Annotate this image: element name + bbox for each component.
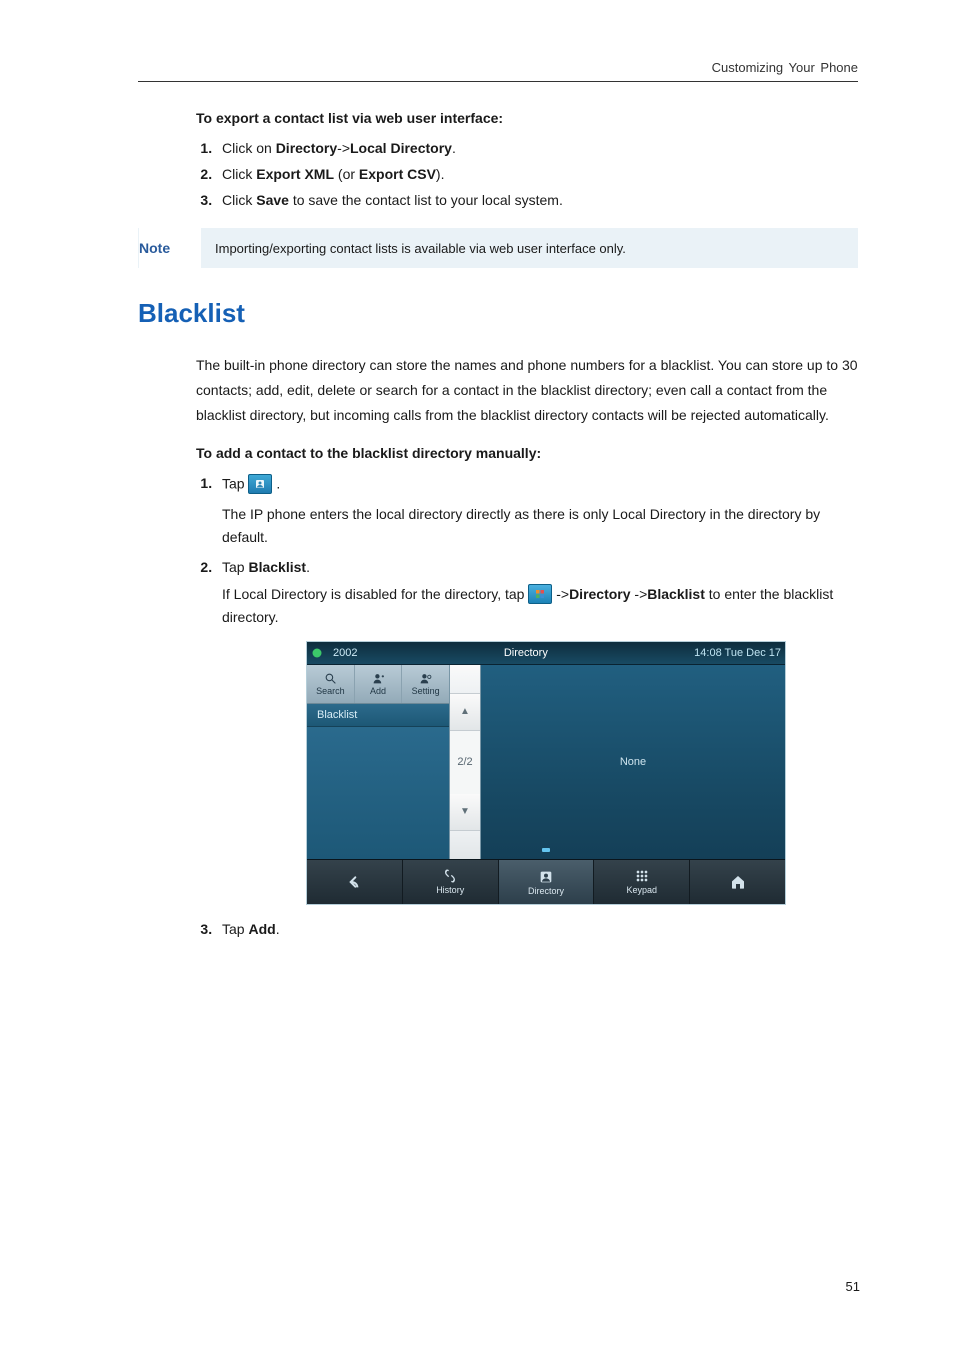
phone-clock: 14:08 Tue Dec 17 xyxy=(694,647,781,659)
text: . xyxy=(452,140,456,156)
keypad-label: Keypad xyxy=(627,885,658,895)
text: to save the contact list to your local s… xyxy=(289,192,563,208)
directory-button[interactable]: Directory xyxy=(499,860,595,904)
blacklist-label: Blacklist xyxy=(647,586,705,602)
add-label: Add xyxy=(248,921,275,937)
note-label: Note xyxy=(139,228,201,268)
phone-extension: 2002 xyxy=(333,647,357,659)
text: Click xyxy=(222,166,256,182)
empty-label: None xyxy=(620,756,646,768)
left-panel-fill xyxy=(307,727,449,859)
arrow: -> xyxy=(337,140,350,156)
blacklist-label: Blacklist xyxy=(248,559,306,575)
phone-screenshot: 2002 Directory 14:08 Tue Dec 17 Search xyxy=(306,641,786,905)
search-button[interactable]: Search xyxy=(307,665,355,703)
arrow: -> xyxy=(631,586,648,602)
note-text: Importing/exporting contact lists is ava… xyxy=(201,229,858,268)
text: Tap xyxy=(222,921,248,937)
export-steps: Click on Directory->Local Directory. Cli… xyxy=(196,140,858,208)
text: If Local Directory is disabled for the d… xyxy=(222,586,528,602)
search-icon xyxy=(324,672,337,685)
blacklist-heading: Blacklist xyxy=(138,298,858,329)
step1-body: The IP phone enters the local directory … xyxy=(222,503,858,549)
blacklist-intro-paragraph: The built-in phone directory can store t… xyxy=(196,353,858,429)
add-button[interactable]: Add xyxy=(355,665,403,703)
note-box: Note Importing/exporting contact lists i… xyxy=(138,228,858,268)
save-label: Save xyxy=(256,192,289,208)
text: Click xyxy=(222,192,256,208)
page-header: Customizing Your Phone xyxy=(138,60,858,82)
export-step-3: Click Save to save the contact list to y… xyxy=(216,192,858,208)
keypad-button[interactable]: Keypad xyxy=(594,860,690,904)
export-csv-label: Export CSV xyxy=(359,166,436,182)
add-blacklist-intro: To add a contact to the blacklist direct… xyxy=(196,445,858,461)
text: . xyxy=(306,559,310,575)
text: Tap xyxy=(222,559,248,575)
phone-status-bar: 2002 Directory 14:08 Tue Dec 17 xyxy=(307,642,785,665)
phone-title: Directory xyxy=(363,647,688,659)
text: . xyxy=(276,475,280,491)
arrow: -> xyxy=(556,586,569,602)
presence-icon xyxy=(311,647,323,659)
directory-nav-icon xyxy=(538,869,554,885)
text: Click on xyxy=(222,140,276,156)
directory-nav-label: Directory xyxy=(528,886,564,896)
add-label: Add xyxy=(370,686,386,696)
setting-button[interactable]: Setting xyxy=(402,665,449,703)
export-step-1: Click on Directory->Local Directory. xyxy=(216,140,858,156)
back-button[interactable] xyxy=(307,860,403,904)
apps-icon xyxy=(528,584,552,604)
blacklist-tab[interactable]: Blacklist xyxy=(307,704,449,727)
add-step-1: Tap . The IP phone enters the local dire… xyxy=(216,475,858,549)
phone-action-row: Search Add Setting xyxy=(307,665,449,704)
phone-bottom-bar: History Directory Keypad xyxy=(307,859,785,904)
search-label: Search xyxy=(316,686,345,696)
export-intro: To export a contact list via web user in… xyxy=(196,110,858,126)
home-button[interactable] xyxy=(690,860,785,904)
text: . xyxy=(276,921,280,937)
directory-label: Directory xyxy=(276,140,337,156)
back-icon xyxy=(346,874,362,890)
scroll-up-button[interactable]: ▲ xyxy=(450,694,480,731)
setting-contact-icon xyxy=(419,672,432,685)
add-step-2: Tap Blacklist. If Local Directory is dis… xyxy=(216,559,858,905)
add-step-3: Tap Add. xyxy=(216,921,858,937)
history-label: History xyxy=(436,885,464,895)
local-directory-label: Local Directory xyxy=(350,140,452,156)
home-icon xyxy=(730,874,746,890)
page-number: 51 xyxy=(846,1279,860,1294)
text: ). xyxy=(436,166,445,182)
history-button[interactable]: History xyxy=(403,860,499,904)
scroll-page-indicator: 2/2 xyxy=(450,731,480,794)
directory-label: Directory xyxy=(569,586,630,602)
setting-label: Setting xyxy=(412,686,440,696)
phone-scroll-column: ▲ 2/2 ▼ xyxy=(449,665,481,859)
export-xml-label: Export XML xyxy=(256,166,334,182)
step2-body: If Local Directory is disabled for the d… xyxy=(222,583,858,629)
add-blacklist-steps: Tap . The IP phone enters the local dire… xyxy=(196,475,858,937)
text: (or xyxy=(334,166,359,182)
directory-content-area: None xyxy=(481,665,785,859)
text: Tap xyxy=(222,475,248,491)
scroll-down-button[interactable]: ▼ xyxy=(450,794,480,831)
keypad-icon xyxy=(634,868,650,884)
history-icon xyxy=(442,868,458,884)
directory-icon xyxy=(248,474,272,494)
add-contact-icon xyxy=(372,672,385,685)
export-step-2: Click Export XML (or Export CSV). xyxy=(216,166,858,182)
active-indicator xyxy=(542,848,550,852)
